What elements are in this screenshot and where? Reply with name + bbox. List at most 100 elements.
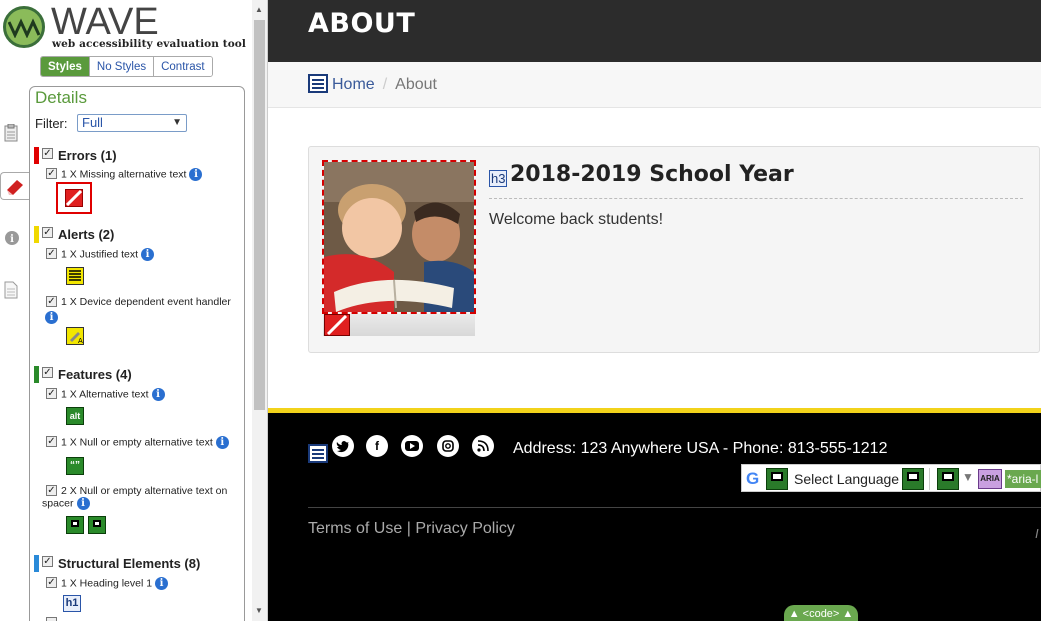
item-null-alt-spacer-line2: spacer i bbox=[42, 497, 90, 510]
terms-of-use-link[interactable]: Terms of Use bbox=[308, 520, 402, 537]
school-year-card: h3 2018-2019 School Year Welcome back st… bbox=[308, 146, 1040, 353]
spacer-feature-icon[interactable] bbox=[66, 516, 84, 534]
card-heading: 2018-2019 School Year bbox=[510, 162, 794, 187]
spacer-feature-icon[interactable] bbox=[88, 516, 106, 534]
filter-select[interactable]: Full ▼ bbox=[77, 114, 187, 132]
wave-logo: WAVE web accessibility evaluation tool bbox=[3, 1, 253, 50]
details-panel: Details Filter: Full ▼ ✓ Errors (1) ✓ 1 … bbox=[29, 86, 245, 621]
missing-alt-label: 1 X Missing alternative text bbox=[61, 168, 187, 181]
wave-logo-word: WAVE bbox=[51, 1, 159, 43]
scroll-up-arrow-icon[interactable]: ▲ bbox=[255, 5, 263, 14]
tab-no-styles[interactable]: No Styles bbox=[88, 57, 154, 76]
summary-tab-icon[interactable] bbox=[4, 123, 26, 148]
twitter-icon[interactable] bbox=[332, 435, 354, 457]
null-alt-feature-icon[interactable]: “” bbox=[66, 457, 84, 475]
svg-text:A: A bbox=[78, 337, 83, 344]
structural-color-bar bbox=[34, 555, 39, 572]
alt-text-checkbox[interactable]: ✓ bbox=[46, 388, 57, 399]
errors-checkbox[interactable]: ✓ bbox=[42, 148, 53, 159]
filter-label: Filter: bbox=[35, 116, 68, 131]
h1-structure-icon[interactable]: h1 bbox=[63, 595, 81, 612]
info-tab-icon[interactable]: i bbox=[4, 230, 26, 254]
tab-contrast[interactable]: Contrast bbox=[153, 57, 212, 76]
facebook-icon[interactable]: f bbox=[366, 435, 388, 457]
device-handler-alert-icon[interactable]: A bbox=[66, 327, 84, 345]
null-alt-checkbox[interactable]: ✓ bbox=[46, 436, 57, 447]
scroll-down-arrow-icon[interactable]: ▼ bbox=[255, 606, 263, 615]
documentation-tab-icon[interactable] bbox=[4, 281, 26, 305]
footer-legal-links: Terms of Use | Privacy Policy bbox=[308, 520, 515, 538]
info-icon[interactable]: i bbox=[215, 436, 229, 449]
missing-alt-checkbox[interactable]: ✓ bbox=[46, 168, 57, 179]
breadcrumb-home-link[interactable]: Home bbox=[332, 76, 375, 93]
h3-structure-icon[interactable]: h3 bbox=[489, 170, 508, 187]
rss-icon[interactable] bbox=[472, 435, 494, 457]
alt-feature-icon[interactable]: alt bbox=[66, 407, 84, 425]
alerts-label: Alerts (2) bbox=[58, 227, 115, 242]
null-alt-spacer-checkbox[interactable]: ✓ bbox=[46, 485, 57, 496]
justified-text-alert-icon[interactable] bbox=[66, 267, 84, 285]
translate-divider bbox=[929, 468, 930, 490]
youtube-icon[interactable] bbox=[401, 435, 423, 457]
alt-text-label: 1 X Alternative text bbox=[61, 388, 149, 401]
features-label: Features (4) bbox=[58, 367, 132, 382]
missing-alt-error-icon[interactable] bbox=[324, 314, 350, 336]
privacy-policy-link[interactable]: Privacy Policy bbox=[415, 520, 515, 537]
info-icon[interactable]: i bbox=[189, 168, 203, 181]
google-translate-widget[interactable]: G Select Language ▼ ARIA *aria-l bbox=[741, 464, 1041, 492]
null-alt-feature-icon[interactable] bbox=[937, 468, 959, 490]
null-alt-feature-icon[interactable] bbox=[902, 468, 924, 490]
info-icon[interactable]: i bbox=[151, 388, 165, 401]
card-divider bbox=[489, 198, 1023, 199]
footer-address: Address: 123 Anywhere USA - Phone: 813-5… bbox=[513, 440, 888, 457]
page-title: ABOUT bbox=[308, 8, 416, 39]
breadcrumb: Home / About bbox=[268, 62, 1041, 108]
scroll-thumb[interactable] bbox=[254, 20, 265, 410]
select-language-label[interactable]: Select Language bbox=[794, 471, 899, 487]
style-toggle: Styles No Styles Contrast bbox=[40, 56, 213, 77]
info-icon[interactable]: i bbox=[76, 497, 90, 510]
footer-clipped-text: I bbox=[1035, 526, 1039, 541]
null-alt-feature-icon[interactable] bbox=[766, 468, 788, 490]
wave-window: WAVE web accessibility evaluation tool S… bbox=[0, 0, 1041, 621]
wave-logo-icon bbox=[3, 6, 45, 48]
heading1-label: 1 X Heading level 1 bbox=[61, 577, 153, 590]
filter-value: Full bbox=[82, 115, 103, 130]
structural-checkbox[interactable]: ✓ bbox=[42, 556, 53, 567]
features-checkbox[interactable]: ✓ bbox=[42, 367, 53, 378]
missing-alt-error-icon[interactable] bbox=[56, 182, 92, 214]
google-icon: G bbox=[746, 469, 760, 488]
alerts-checkbox[interactable]: ✓ bbox=[42, 227, 53, 238]
aria-label-tag: *aria-l bbox=[1005, 470, 1041, 488]
footer-divider bbox=[308, 507, 1041, 508]
info-icon[interactable]: i bbox=[155, 577, 169, 590]
list-structure-icon[interactable] bbox=[308, 74, 328, 93]
null-alt-spacer-label-2: spacer bbox=[42, 497, 74, 510]
chevron-down-icon[interactable]: ▼ bbox=[962, 470, 974, 484]
errors-label: Errors (1) bbox=[58, 148, 117, 163]
device-handler-checkbox[interactable]: ✓ bbox=[46, 296, 57, 307]
aria-feature-icon[interactable]: ARIA bbox=[978, 469, 1002, 489]
code-toggle-button[interactable]: ▲ <code> ▲ bbox=[784, 605, 858, 621]
info-icon[interactable]: i bbox=[45, 311, 58, 325]
null-alt-label: 1 X Null or empty alternative text bbox=[61, 436, 213, 449]
breadcrumb-current: About bbox=[395, 76, 437, 93]
svg-text:i: i bbox=[10, 234, 14, 245]
sidebar-scrollbar[interactable]: ▲ ▼ bbox=[252, 0, 267, 621]
next-item-checkbox[interactable] bbox=[46, 617, 57, 621]
justified-checkbox[interactable]: ✓ bbox=[46, 248, 57, 259]
wave-sidebar: WAVE web accessibility evaluation tool S… bbox=[0, 0, 268, 621]
instagram-icon[interactable] bbox=[437, 435, 459, 457]
page-hero: ABOUT bbox=[268, 0, 1041, 62]
structural-label: Structural Elements (8) bbox=[58, 556, 201, 571]
students-reading-photo bbox=[322, 160, 476, 314]
details-tab-icon[interactable] bbox=[0, 172, 30, 200]
device-handler-label: 1 X Device dependent event handler bbox=[61, 296, 231, 308]
errors-color-bar bbox=[34, 147, 39, 164]
list-structure-icon[interactable] bbox=[308, 444, 328, 463]
wave-logo-tagline: web accessibility evaluation tool bbox=[52, 38, 247, 50]
info-icon[interactable]: i bbox=[141, 248, 155, 261]
tab-styles[interactable]: Styles bbox=[41, 57, 89, 76]
alerts-color-bar bbox=[34, 226, 39, 243]
heading1-checkbox[interactable]: ✓ bbox=[46, 577, 57, 588]
